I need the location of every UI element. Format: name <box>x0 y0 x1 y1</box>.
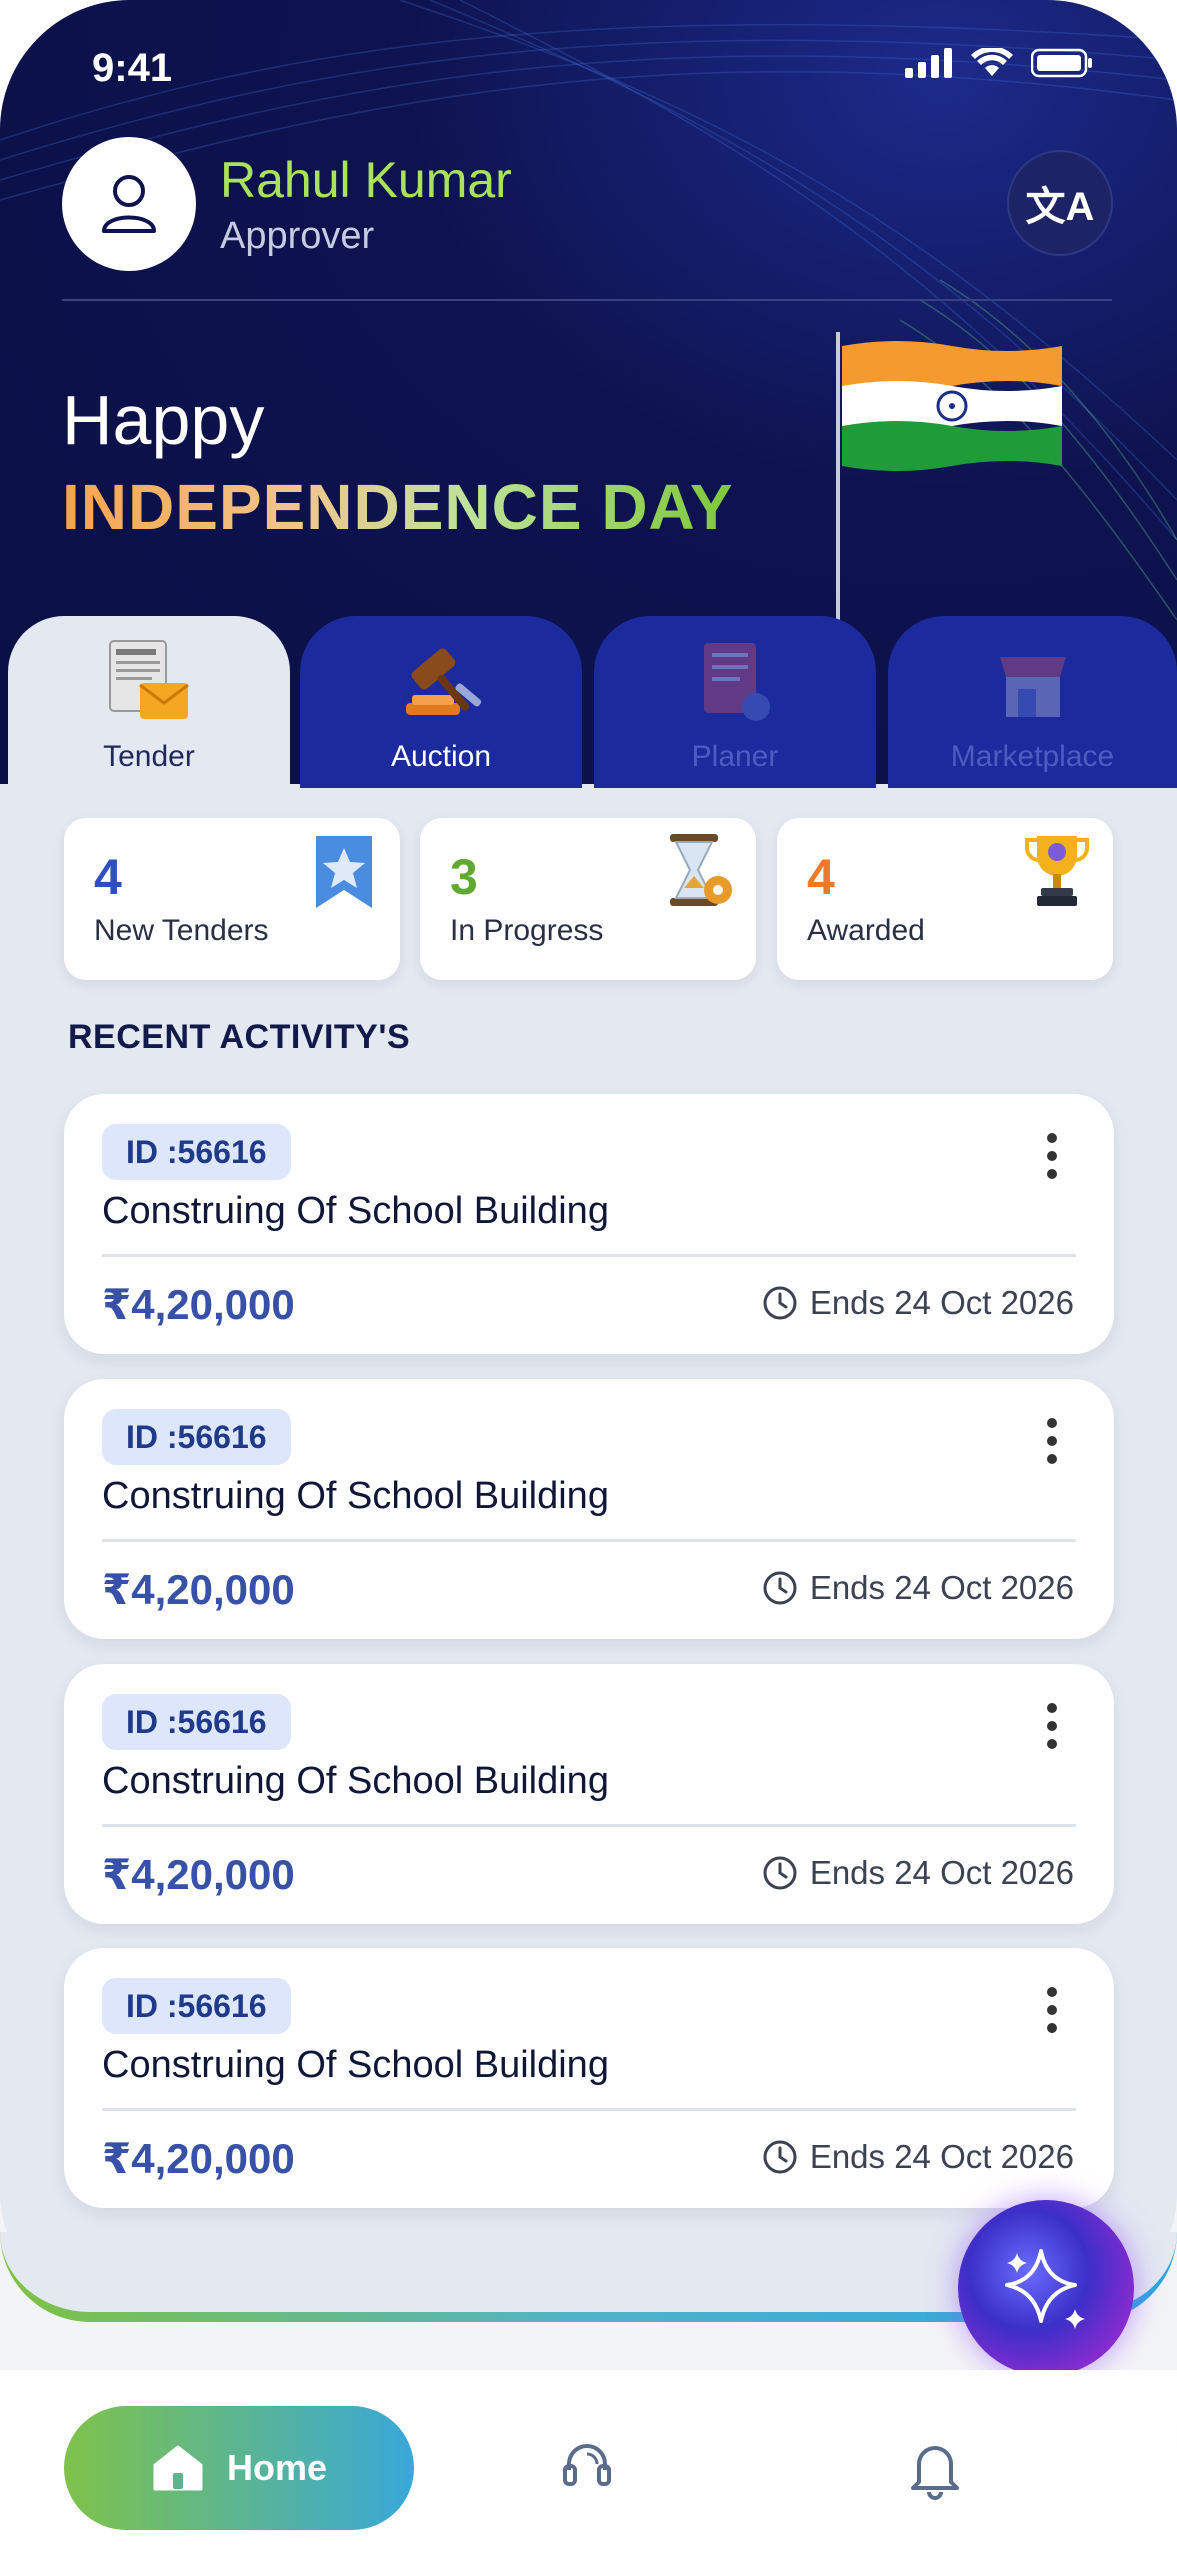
nav-home-label: Home <box>226 2447 328 2488</box>
activity-card[interactable]: ID :56616 Construing Of School Building … <box>64 1664 1114 1924</box>
tab-marketplace[interactable]: Marketplace <box>888 616 1177 788</box>
stat-label: In Progress <box>450 914 604 947</box>
greeting-line2: INDEPENDENCE DAY <box>62 471 734 543</box>
phone-frame: 9:41 Rahul Kumar Approver 文A Happy INDEP… <box>0 0 1177 2557</box>
tab-tender[interactable]: Tender <box>8 616 290 788</box>
divider <box>102 1539 1076 1542</box>
tab-label: Planer <box>691 740 779 773</box>
user-role: Approver <box>220 214 375 257</box>
star-bookmark-icon <box>316 836 372 908</box>
more-vertical-icon[interactable] <box>1042 1130 1062 1182</box>
tender-id-badge: ID :56616 <box>102 1978 291 2034</box>
stat-card-new-tenders[interactable]: 4 New Tenders <box>64 818 400 980</box>
support-headset-icon[interactable] <box>555 2436 619 2500</box>
battery-icon <box>1031 48 1092 78</box>
divider <box>102 1824 1076 1827</box>
tender-id-badge: ID :56616 <box>102 1409 291 1465</box>
activity-amount: ₹4,20,000 <box>102 1281 295 1328</box>
sparkle-ai-icon <box>1005 2249 1085 2329</box>
activity-deadline: Ends 24 Oct 2026 <box>762 1284 1074 1322</box>
activity-amount: ₹4,20,000 <box>102 1566 295 1613</box>
wifi-icon <box>971 48 1013 76</box>
deadline-text: Ends 24 Oct 2026 <box>809 2138 1074 2175</box>
status-bar: 9:41 <box>0 0 1177 140</box>
bell-icon[interactable] <box>903 2436 967 2500</box>
more-vertical-icon[interactable] <box>1042 1700 1062 1752</box>
india-flag-icon <box>842 341 1062 471</box>
activity-title: Construing Of School Building <box>102 1760 609 1802</box>
activity-deadline: Ends 24 Oct 2026 <box>762 2138 1074 2176</box>
activity-title: Construing Of School Building <box>102 1190 609 1232</box>
activity-deadline: Ends 24 Oct 2026 <box>762 1854 1074 1892</box>
more-vertical-icon[interactable] <box>1042 1984 1062 2036</box>
home-icon <box>153 2445 203 2491</box>
status-time: 9:41 <box>92 46 173 90</box>
activity-card[interactable]: ID :56616 Construing Of School Building … <box>64 1948 1114 2208</box>
tab-auction[interactable]: Auction <box>300 616 582 788</box>
activity-deadline: Ends 24 Oct 2026 <box>762 1569 1074 1607</box>
clock-icon <box>763 2140 797 2174</box>
clock-icon <box>763 1856 797 1890</box>
more-vertical-icon[interactable] <box>1042 1415 1062 1467</box>
clock-icon <box>763 1571 797 1605</box>
stat-card-awarded[interactable]: 4 Awarded <box>777 818 1113 980</box>
translate-button[interactable]: 文A <box>1007 150 1113 256</box>
tender-id-badge: ID :56616 <box>102 1694 291 1750</box>
tab-planer[interactable]: Planer <box>594 616 876 788</box>
flag-pole <box>836 332 840 622</box>
activity-title: Construing Of School Building <box>102 1475 609 1517</box>
tender-id-badge: ID :56616 <box>102 1124 291 1180</box>
bottom-navigation: Home <box>0 2370 1177 2557</box>
user-profile[interactable]: Rahul Kumar Approver <box>62 137 512 271</box>
avatar[interactable] <box>62 137 196 271</box>
auction-gavel-icon <box>393 634 489 730</box>
user-icon <box>102 175 156 233</box>
translate-icon: 文A <box>1025 185 1095 229</box>
tender-icon <box>101 634 197 730</box>
clock-icon <box>763 1286 797 1320</box>
activity-card[interactable]: ID :56616 Construing Of School Building … <box>64 1379 1114 1639</box>
ai-assistant-button[interactable] <box>958 2200 1134 2376</box>
stat-label: Awarded <box>807 914 925 947</box>
hourglass-gear-icon <box>670 834 732 906</box>
user-name: Rahul Kumar <box>220 151 512 208</box>
stat-count: 4 <box>94 849 122 905</box>
greeting-line1: Happy <box>62 381 265 459</box>
hero-divider <box>62 299 1112 301</box>
trophy-icon <box>1025 836 1089 906</box>
activity-amount: ₹4,20,000 <box>102 1851 295 1898</box>
tab-label: Tender <box>103 740 195 773</box>
greeting-banner: Happy INDEPENDENCE DAY <box>62 380 734 544</box>
status-icons <box>905 48 1093 78</box>
deadline-text: Ends 24 Oct 2026 <box>809 1284 1074 1321</box>
stat-count: 3 <box>450 849 478 905</box>
activity-amount: ₹4,20,000 <box>102 2135 295 2182</box>
divider <box>102 1254 1076 1257</box>
activity-card[interactable]: ID :56616 Construing Of School Building … <box>64 1094 1114 1354</box>
nav-home-button[interactable]: Home <box>64 2406 414 2530</box>
category-tabs: Tender Auction Planer Marketplace <box>0 616 1177 788</box>
tab-label: Marketplace <box>950 740 1115 773</box>
signal-icon <box>905 48 952 78</box>
stat-count: 4 <box>807 849 835 905</box>
stat-label: New Tenders <box>94 914 269 947</box>
deadline-text: Ends 24 Oct 2026 <box>809 1569 1074 1606</box>
divider <box>102 2108 1076 2111</box>
marketplace-icon <box>985 634 1081 730</box>
stat-card-in-progress[interactable]: 3 In Progress <box>420 818 756 980</box>
activity-title: Construing Of School Building <box>102 2044 609 2086</box>
recent-activity-title: RECENT ACTIVITY'S <box>68 1018 411 1056</box>
deadline-text: Ends 24 Oct 2026 <box>809 1854 1074 1891</box>
tab-label: Auction <box>390 740 492 773</box>
planer-icon <box>687 634 783 730</box>
